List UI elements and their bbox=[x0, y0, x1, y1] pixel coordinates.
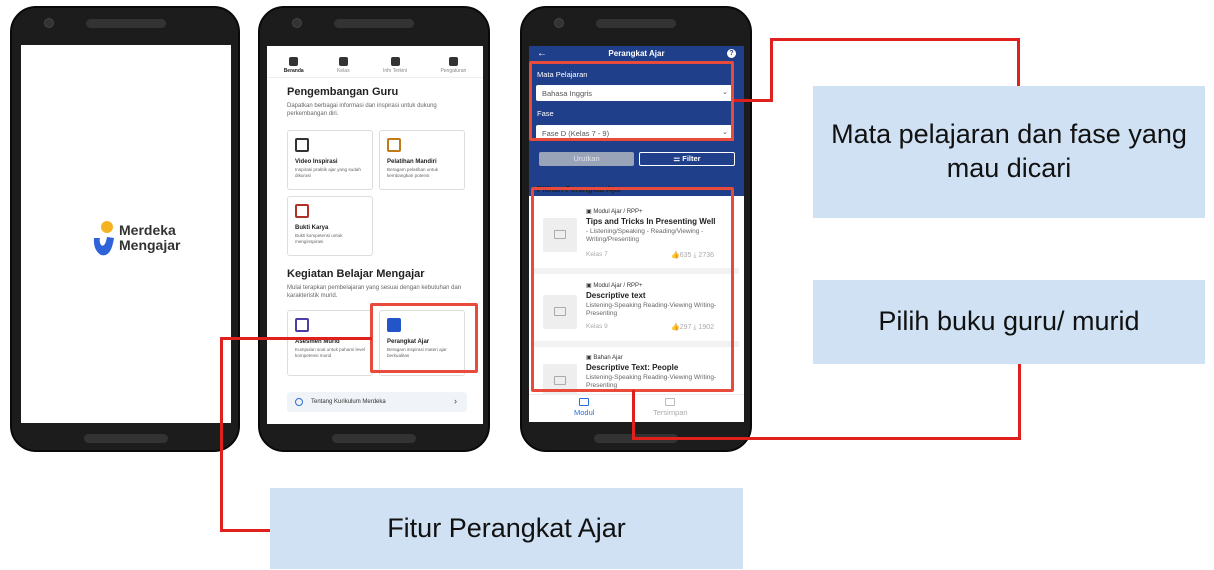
bottom-nav: Modul Tersimpan bbox=[529, 394, 744, 422]
callout-mata-pelajaran: Mata pelajaran dan fase yang mau dicari bbox=[813, 86, 1205, 218]
filter-button[interactable]: ⚌ Filter bbox=[639, 152, 735, 166]
merdeka-mengajar-logo-icon bbox=[93, 221, 114, 256]
connector-line bbox=[632, 437, 1021, 440]
bottom-bar bbox=[84, 434, 168, 443]
connector-line bbox=[220, 337, 372, 340]
section-desc-kbm: Mulai terapkan pembelajaran yang sesuai … bbox=[287, 285, 462, 300]
filter-icon: ⚌ bbox=[673, 154, 681, 163]
nav-info-terkini[interactable]: Info Terkini bbox=[383, 57, 407, 74]
connector-line bbox=[770, 38, 1020, 41]
section-title-pengembangan: Pengembangan Guru bbox=[287, 86, 399, 98]
phone-home: Beranda Kelas Info Terkini Pengaturan Pe… bbox=[258, 6, 490, 452]
section-title-kbm: Kegiatan Belajar Mengajar bbox=[287, 268, 425, 280]
camera-icon bbox=[292, 18, 302, 28]
card-pelatihan-mandiri[interactable]: Pelatihan Mandiri Beragam pelatihan untu… bbox=[379, 130, 465, 190]
bottom-bar bbox=[332, 434, 416, 443]
splash-screen: Merdeka Mengajar bbox=[21, 45, 231, 423]
gear-icon bbox=[448, 57, 458, 66]
brand-name-line1: Merdeka bbox=[119, 222, 176, 238]
connector-line bbox=[770, 38, 773, 102]
chevron-right-icon: › bbox=[454, 396, 457, 406]
callout-fitur-perangkat-ajar: Fitur Perangkat Ajar bbox=[270, 488, 743, 569]
connector-line bbox=[1018, 364, 1021, 440]
video-icon bbox=[295, 138, 309, 152]
notepad-icon bbox=[387, 138, 401, 152]
news-icon bbox=[390, 57, 400, 66]
nav-modul[interactable]: Modul bbox=[574, 398, 594, 417]
top-nav: Beranda Kelas Info Terkini Pengaturan bbox=[267, 46, 483, 78]
camera-icon bbox=[554, 18, 564, 28]
connector-line bbox=[220, 529, 272, 532]
nav-pengaturan[interactable]: Pengaturan bbox=[440, 57, 466, 74]
home-icon bbox=[289, 57, 299, 66]
sort-button[interactable]: Urutkan bbox=[539, 152, 634, 166]
camera-icon bbox=[44, 18, 54, 28]
card-asesmen-murid[interactable]: Asesmen Murid Kumpulan soal untuk pahami… bbox=[287, 310, 373, 376]
nav-kelas[interactable]: Kelas bbox=[337, 57, 350, 74]
nav-beranda[interactable]: Beranda bbox=[284, 57, 304, 74]
folder-icon bbox=[579, 398, 590, 406]
connector-line bbox=[632, 390, 635, 440]
speaker-grille bbox=[86, 19, 166, 28]
connector-line bbox=[1017, 38, 1020, 86]
speaker-grille bbox=[596, 19, 676, 28]
clipboard-icon bbox=[295, 318, 309, 332]
connector-line bbox=[734, 99, 772, 102]
portfolio-icon bbox=[295, 204, 309, 218]
bookmark-icon bbox=[665, 398, 676, 406]
connector-line bbox=[220, 337, 223, 531]
highlight-perangkat-ajar-card bbox=[370, 303, 478, 373]
nav-tersimpan[interactable]: Tersimpan bbox=[653, 398, 688, 417]
callout-pilih-buku: Pilih buku guru/ murid bbox=[813, 280, 1205, 364]
class-icon bbox=[338, 57, 348, 66]
section-desc-pengembangan: Dapatkan berbagai informasi dan inspiras… bbox=[287, 103, 437, 118]
help-icon[interactable]: ? bbox=[727, 49, 736, 58]
screen-title: Perangkat Ajar bbox=[608, 49, 665, 58]
brand-name-line2: Mengajar bbox=[119, 237, 181, 254]
lightbulb-icon bbox=[295, 398, 303, 406]
speaker-grille bbox=[334, 19, 414, 28]
card-bukti-karya[interactable]: Bukti Karya Bukti kompetensi untuk mengi… bbox=[287, 196, 373, 256]
card-video-inspirasi[interactable]: Video Inspirasi Inspirasi praktik ajar y… bbox=[287, 130, 373, 190]
kurikulum-merdeka-row[interactable]: Tentang Kurikulum Merdeka › bbox=[287, 392, 467, 412]
highlight-list-items bbox=[531, 187, 734, 392]
highlight-filter-selects bbox=[529, 61, 734, 141]
phone-splash: Merdeka Mengajar bbox=[10, 6, 240, 452]
